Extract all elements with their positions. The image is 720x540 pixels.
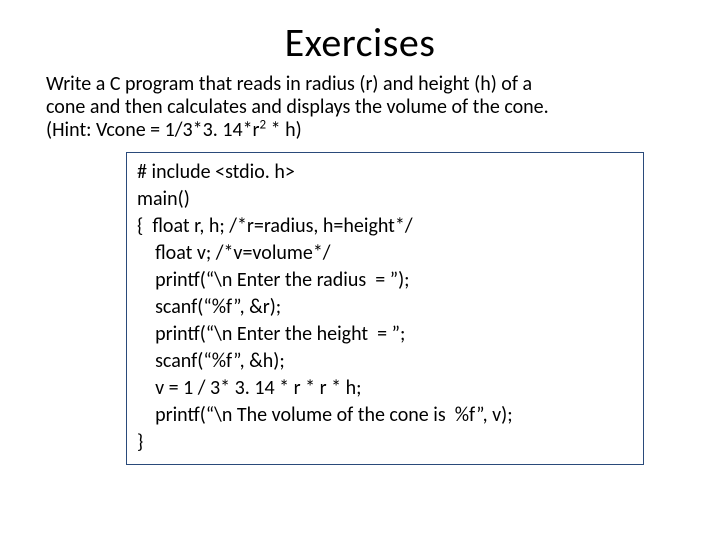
slide: Exercises Write a C program that reads i…: [0, 0, 720, 540]
code-line: printf(“\n The volume of the cone is %f”…: [137, 402, 633, 429]
code-box: # include <stdio. h> main() { float r, h…: [126, 152, 644, 465]
page-title: Exercises: [46, 18, 674, 67]
prompt-line-2: cone and then calculates and displays th…: [46, 95, 549, 119]
code-line: # include <stdio. h>: [137, 159, 633, 186]
code-line: printf(“\n Enter the radius = ”);: [137, 267, 633, 294]
code-line: scanf(“%f”, &r);: [137, 294, 633, 321]
code-line: main(): [137, 186, 633, 213]
code-line: v = 1 / 3* 3. 14 * r * r * h;: [137, 375, 633, 402]
code-line: }: [137, 429, 633, 456]
prompt-line-3b: * h): [266, 118, 302, 142]
code-line: { float r, h; /*r=radius, h=height*/: [137, 213, 633, 240]
exercise-prompt: Write a C program that reads in radius (…: [46, 73, 674, 142]
code-line: scanf(“%f”, &h);: [137, 348, 633, 375]
prompt-line-1: Write a C program that reads in radius (…: [46, 72, 532, 96]
code-line: float v; /*v=volume*/: [137, 240, 633, 267]
prompt-line-3a: (Hint: Vcone = 1/3*3. 14*r: [46, 118, 260, 142]
code-line: printf(“\n Enter the height = ”;: [137, 321, 633, 348]
